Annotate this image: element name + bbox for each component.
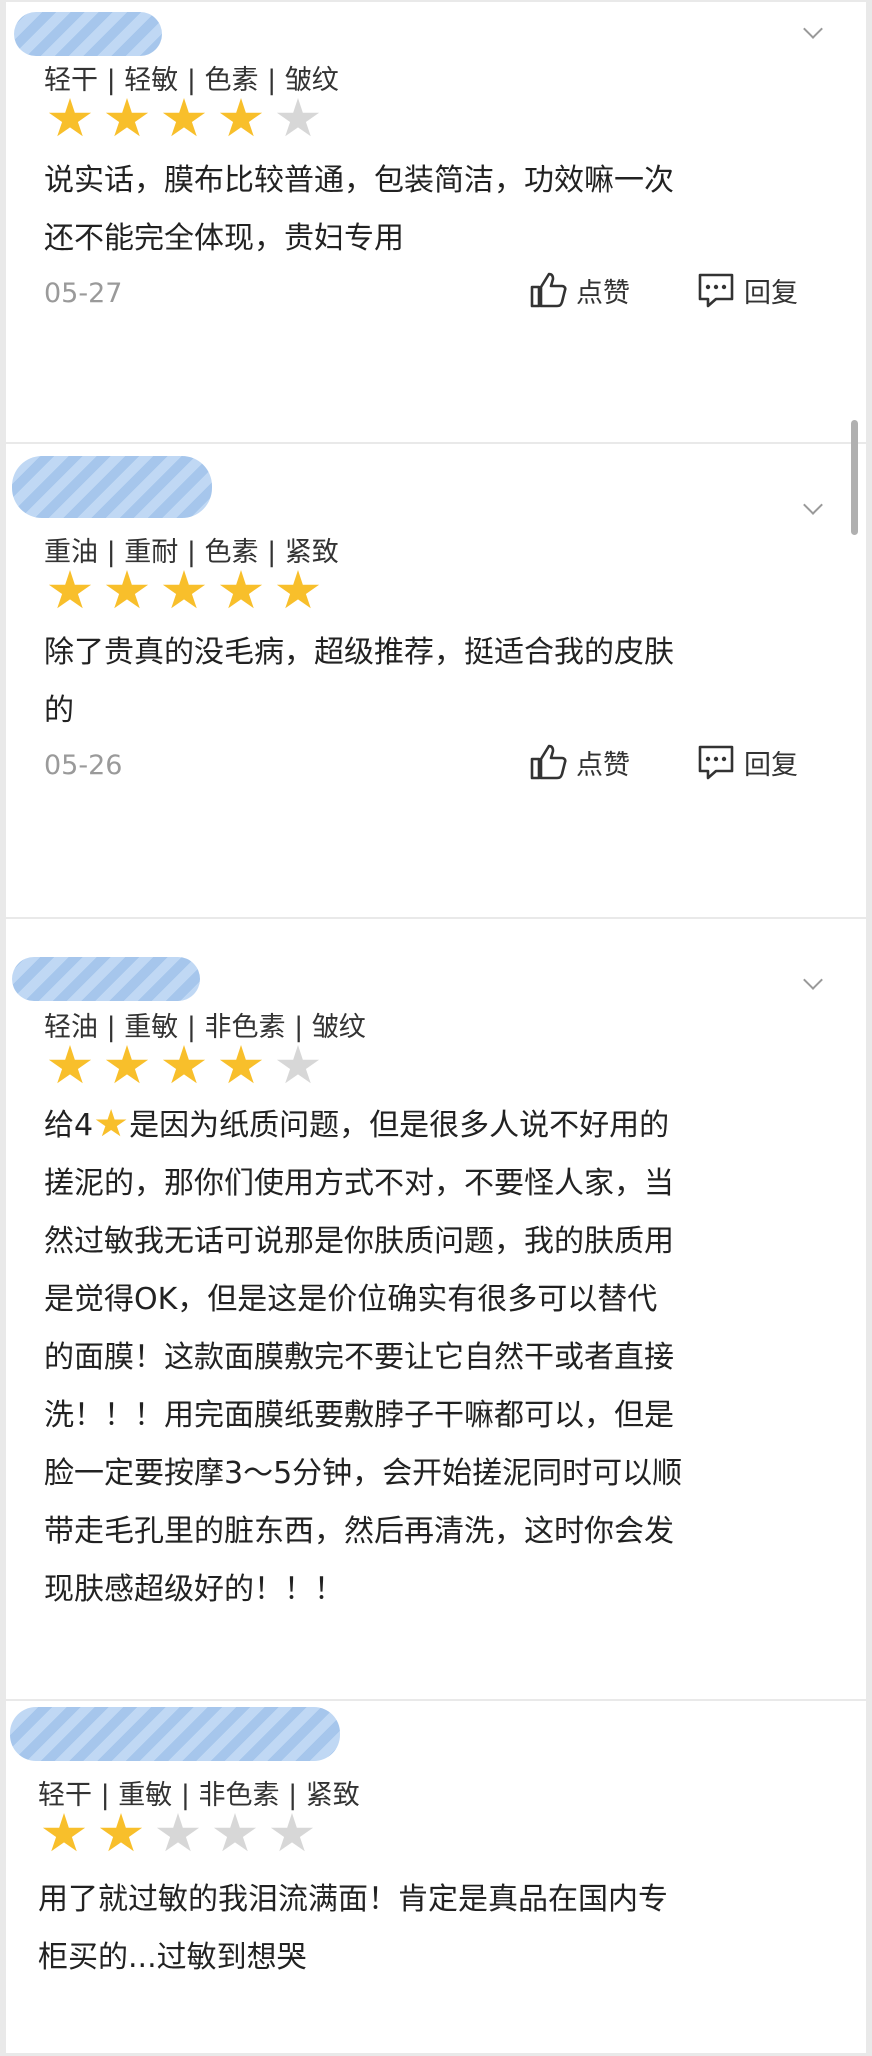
thumbs-up-icon	[530, 744, 567, 780]
skin-tags: 重油 | 重耐 | 色素 | 紧致	[44, 537, 339, 568]
star-filled-icon	[105, 98, 149, 137]
star-filled-icon	[162, 98, 206, 137]
review-card: 重油 | 重耐 | 色素 | 紧致 除了贵真的没毛病，超级推荐，挺适合我的皮肤 …	[6, 444, 866, 917]
thumbs-up-icon	[530, 272, 567, 308]
comment-icon	[698, 273, 734, 308]
reply-label: 回复	[744, 277, 798, 309]
review-text: 说实话，膜布比较普通，包装简洁，功效嘛一次 还不能完全体现，贵妇专用	[44, 163, 674, 256]
star-rating	[48, 570, 320, 612]
star-filled-icon	[99, 1813, 143, 1852]
star-filled-icon	[48, 1045, 92, 1084]
review-text-body: 是因为纸质问题，但是很多人说不好用的 搓泥的，那你们使用方式不对，不要怪人家，当…	[44, 1108, 683, 1607]
star-filled-icon	[219, 1045, 263, 1084]
review-card: 轻干 | 轻敏 | 色素 | 皱纹 说实话，膜布比较普通，包装简洁，功效嘛一次 …	[6, 2, 866, 442]
chevron-down-icon[interactable]	[803, 495, 823, 515]
star-rating	[48, 1045, 320, 1087]
review-text: 除了贵真的没毛病，超级推荐，挺适合我的皮肤 的	[44, 635, 674, 728]
star-filled-icon	[162, 1045, 206, 1084]
skin-tags: 轻干 | 轻敏 | 色素 | 皱纹	[44, 65, 339, 96]
star-icon	[95, 1109, 127, 1137]
review-text-prefix: 给4	[44, 1108, 94, 1143]
comment-icon	[698, 745, 734, 780]
chevron-down-icon[interactable]	[803, 19, 823, 39]
like-button[interactable]: 点赞	[528, 742, 630, 782]
like-label: 点赞	[576, 277, 630, 309]
review-date: 05-26	[44, 750, 123, 781]
skin-tags: 轻油 | 重敏 | 非色素 | 皱纹	[44, 1012, 366, 1043]
avatar-redacted	[12, 957, 200, 1001]
star-filled-icon	[162, 570, 206, 609]
star-filled-icon	[48, 570, 92, 609]
review-card: 轻油 | 重敏 | 非色素 | 皱纹 给4 是因为纸质问题，但是很多人说不好用的 …	[6, 919, 866, 1699]
reply-button[interactable]: 回复	[696, 270, 798, 310]
star-filled-icon	[219, 570, 263, 609]
review-date: 05-27	[44, 278, 123, 309]
scrollbar[interactable]	[851, 420, 858, 535]
star-empty-icon	[270, 1813, 314, 1852]
star-filled-icon	[276, 570, 320, 609]
skin-tags: 轻干 | 重敏 | 非色素 | 紧致	[38, 1780, 360, 1811]
reply-label: 回复	[744, 749, 798, 781]
avatar-redacted	[10, 1707, 340, 1761]
star-rating	[48, 98, 320, 140]
avatar-redacted	[12, 456, 212, 518]
star-empty-icon	[156, 1813, 200, 1852]
star-empty-icon	[213, 1813, 257, 1852]
reply-button[interactable]: 回复	[696, 742, 798, 782]
star-filled-icon	[105, 1045, 149, 1084]
star-filled-icon	[42, 1813, 86, 1852]
star-empty-icon	[276, 1045, 320, 1084]
star-filled-icon	[48, 98, 92, 137]
review-text: 给4 是因为纸质问题，但是很多人说不好用的 搓泥的，那你们使用方式不对，不要怪人家…	[44, 1097, 826, 1619]
like-label: 点赞	[576, 749, 630, 781]
star-rating	[42, 1813, 314, 1855]
star-empty-icon	[276, 98, 320, 137]
chevron-down-icon[interactable]	[803, 970, 823, 990]
review-text: 用了就过敏的我泪流满面！肯定是真品在国内专 柜买的...过敏到想哭	[38, 1882, 668, 1975]
like-button[interactable]: 点赞	[528, 270, 630, 310]
avatar-redacted	[14, 12, 162, 56]
review-card: 轻干 | 重敏 | 非色素 | 紧致 用了就过敏的我泪流满面！肯定是真品在国内专…	[6, 1701, 866, 2053]
star-filled-icon	[219, 98, 263, 137]
star-filled-icon	[105, 570, 149, 609]
